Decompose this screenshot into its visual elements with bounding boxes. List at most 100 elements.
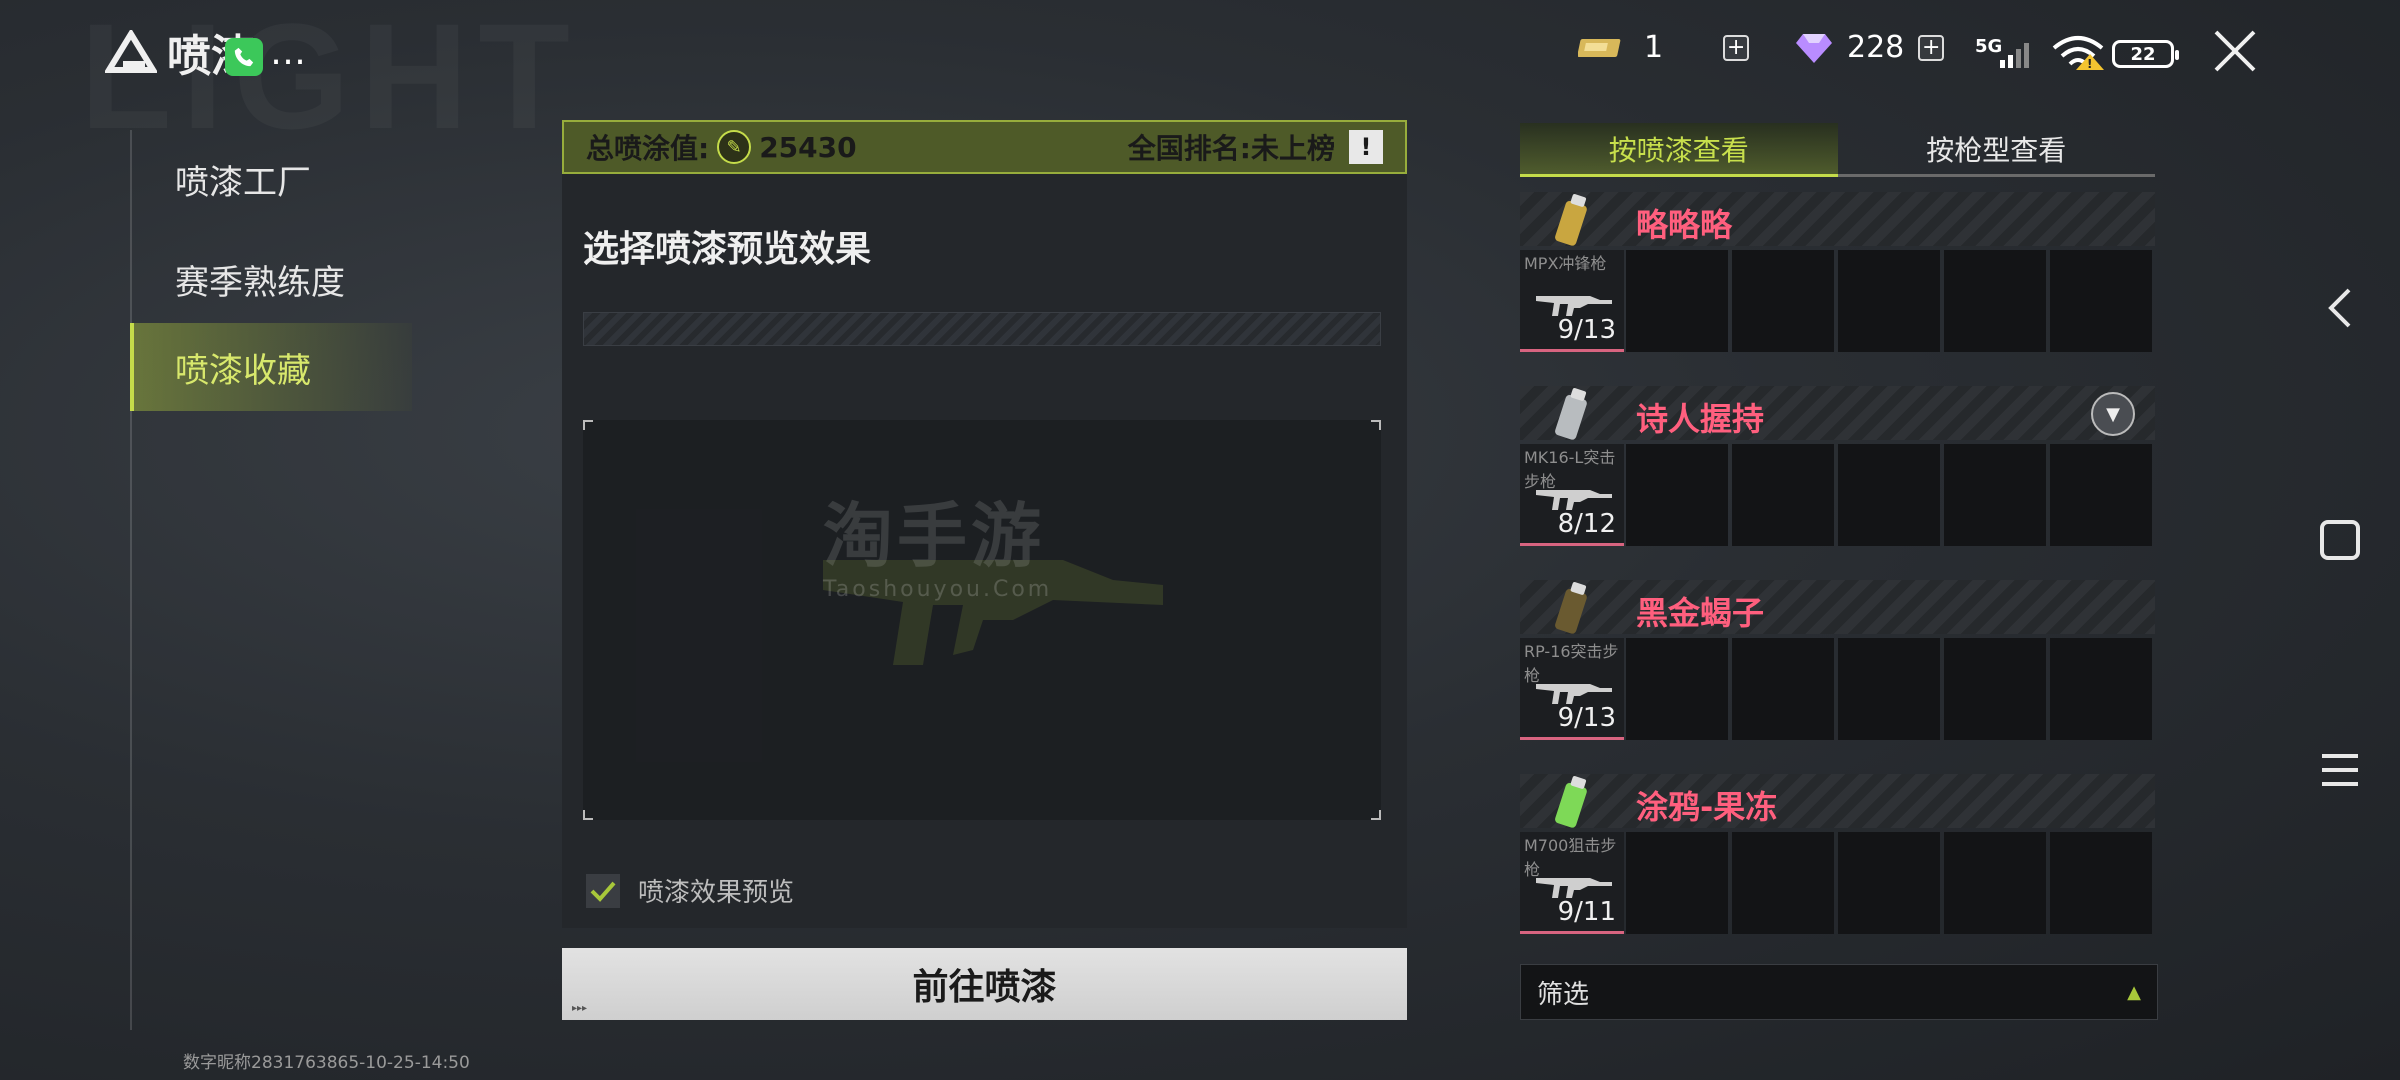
go-spray-label: 前往喷漆 bbox=[912, 967, 1057, 1008]
gold-currency: 1 + bbox=[1578, 30, 1750, 65]
watermark-subtext: Taoshouyou.Com bbox=[823, 577, 1053, 602]
gun-name: MPX冲锋枪 bbox=[1524, 254, 1607, 273]
preview-selector-bar[interactable] bbox=[583, 312, 1381, 346]
gun-icon bbox=[1536, 296, 1612, 316]
collection-count: 9/11 bbox=[1557, 897, 1616, 927]
gun-icon bbox=[1536, 490, 1612, 510]
nav-item-label: 赛季熟练度 bbox=[175, 262, 345, 303]
spray-group: 涂鸦-果冻 M700狙击步枪 9/11 bbox=[1520, 774, 2155, 934]
spray-slot[interactable] bbox=[2050, 444, 2152, 546]
spray-slot[interactable] bbox=[1732, 638, 1834, 740]
gun-cell[interactable]: RP-16突击步枪 9/13 bbox=[1520, 638, 1624, 740]
spray-slot[interactable] bbox=[1732, 444, 1834, 546]
diamond-currency: 228 + bbox=[1795, 30, 1945, 65]
preview-toggle[interactable]: 喷漆效果预览 bbox=[586, 872, 794, 909]
phone-call-icon[interactable] bbox=[225, 38, 263, 76]
triangle-up-icon: ▲ bbox=[2127, 981, 2141, 1003]
gun-cell[interactable]: MK16-L突击步枪 8/12 bbox=[1520, 444, 1624, 546]
spray-slot[interactable] bbox=[1732, 832, 1834, 934]
signal-icon bbox=[2000, 43, 2029, 68]
gun-icon bbox=[1536, 878, 1612, 898]
tab-by-gun[interactable]: 按枪型查看 bbox=[1837, 123, 2155, 177]
preview-checkbox[interactable] bbox=[586, 873, 620, 908]
spray-slot[interactable] bbox=[1838, 444, 1940, 546]
gun-icon bbox=[1536, 684, 1612, 704]
spray-name: 涂鸦-果冻 bbox=[1636, 788, 1778, 826]
spray-slot[interactable] bbox=[1838, 832, 1940, 934]
gold-bar-icon bbox=[1578, 38, 1621, 57]
home-nav-icon[interactable] bbox=[2310, 510, 2370, 570]
tab-by-spray[interactable]: 按喷漆查看 bbox=[1520, 123, 1838, 177]
top-bar: 喷漆 … 1 + 228 + 5G ! 22 bbox=[0, 0, 2400, 110]
spray-can-icon bbox=[1555, 194, 1587, 246]
spray-name: 黑金蝎子 bbox=[1636, 594, 1765, 632]
spray-slot[interactable] bbox=[1732, 250, 1834, 352]
spray-group: 略略略 MPX冲锋枪 9/13 bbox=[1520, 192, 2155, 352]
rank-label: 全国排名:未上榜 bbox=[1127, 132, 1335, 165]
spray-slot[interactable] bbox=[1626, 832, 1728, 934]
svg-text:!: ! bbox=[2087, 57, 2092, 71]
spray-preview-panel: 总喷涂值: ✎ 25430 全国排名:未上榜 ! 选择喷漆预览效果 淘手游 Ta… bbox=[562, 120, 1407, 928]
spray-header[interactable]: 诗人握持 ▼ bbox=[1520, 386, 2155, 440]
spray-name: 略略略 bbox=[1636, 206, 1733, 244]
spray-slot[interactable] bbox=[2050, 250, 2152, 352]
spray-name: 诗人握持 bbox=[1636, 400, 1765, 438]
spray-slot[interactable] bbox=[1944, 832, 2046, 934]
spray-group: 诗人握持 ▼ MK16-L突击步枪 8/12 bbox=[1520, 386, 2155, 546]
frame-corner bbox=[1371, 420, 1381, 430]
battery-indicator: 22 bbox=[2112, 40, 2179, 68]
nav-item-label: 喷漆收藏 bbox=[175, 350, 311, 391]
gun-cell[interactable]: MPX冲锋枪 9/13 bbox=[1520, 250, 1624, 352]
spray-slot[interactable] bbox=[1626, 638, 1728, 740]
spray-slot[interactable] bbox=[1944, 250, 2046, 352]
spray-slot[interactable] bbox=[1944, 444, 2046, 546]
preview-area: 淘手游 Taoshouyou.Com bbox=[583, 420, 1381, 820]
spray-can-icon bbox=[1555, 388, 1587, 440]
add-gold-button[interactable]: + bbox=[1723, 34, 1750, 61]
spray-slot[interactable] bbox=[1838, 638, 1940, 740]
left-nav: 喷漆工厂 赛季熟练度 喷漆收藏 bbox=[130, 130, 430, 1030]
player-id-footer: 数字昵称2831763865-10-25-14:50 bbox=[183, 1053, 470, 1073]
info-icon[interactable]: ! bbox=[1349, 130, 1383, 164]
spray-header[interactable]: 黑金蝎子 bbox=[1520, 580, 2155, 634]
spray-can-icon bbox=[1555, 776, 1587, 828]
go-spray-button[interactable]: 前往喷漆 ▸▸▸ bbox=[562, 948, 1407, 1020]
spray-slot[interactable] bbox=[1838, 250, 1940, 352]
add-diamond-button[interactable]: + bbox=[1918, 34, 1945, 61]
close-icon[interactable] bbox=[2210, 26, 2260, 76]
spray-header[interactable]: 略略略 bbox=[1520, 192, 2155, 246]
diamond-amount: 228 bbox=[1847, 30, 1905, 65]
nav-item-season-proficiency[interactable]: 赛季熟练度 bbox=[132, 235, 412, 323]
spray-slot[interactable] bbox=[2050, 832, 2152, 934]
spray-slot[interactable] bbox=[1626, 444, 1728, 546]
back-nav-icon[interactable] bbox=[2310, 278, 2370, 338]
nav-item-spray-factory[interactable]: 喷漆工厂 bbox=[132, 135, 412, 223]
watermark: 淘手游 Taoshouyou.Com bbox=[823, 480, 1052, 602]
spray-slot[interactable] bbox=[1626, 250, 1728, 352]
menu-nav-icon[interactable] bbox=[2310, 740, 2370, 800]
spray-slot[interactable] bbox=[1944, 638, 2046, 740]
gold-amount: 1 bbox=[1644, 30, 1664, 65]
score-value: 25430 bbox=[759, 130, 857, 164]
collection-count: 9/13 bbox=[1557, 703, 1616, 733]
gun-cell[interactable]: M700狙击步枪 9/11 bbox=[1520, 832, 1624, 934]
frame-corner bbox=[583, 420, 593, 430]
score-label: 总喷涂值: bbox=[586, 132, 710, 165]
filter-dropdown[interactable]: 筛选 ▲ bbox=[1520, 964, 2158, 1020]
title-overflow: … bbox=[270, 32, 306, 73]
app-logo-icon bbox=[105, 30, 157, 73]
collection-count: 9/13 bbox=[1557, 315, 1616, 345]
nav-item-spray-collection[interactable]: 喷漆收藏 bbox=[130, 323, 412, 411]
frame-corner bbox=[583, 810, 593, 820]
spray-score-icon: ✎ bbox=[717, 130, 752, 164]
spray-header[interactable]: 涂鸦-果冻 bbox=[1520, 774, 2155, 828]
wifi-icon: ! bbox=[2052, 36, 2104, 71]
rank-group: 全国排名:未上榜 ! bbox=[1128, 127, 1383, 167]
preview-title: 选择喷漆预览效果 bbox=[583, 229, 872, 270]
spray-slot[interactable] bbox=[2050, 638, 2152, 740]
watermark-text: 淘手游 bbox=[823, 495, 1045, 577]
expand-chevron-icon[interactable]: ▼ bbox=[2091, 392, 2135, 436]
spray-can-icon bbox=[1555, 582, 1587, 634]
spray-group: 黑金蝎子 RP-16突击步枪 9/13 bbox=[1520, 580, 2155, 740]
check-icon bbox=[590, 881, 616, 902]
